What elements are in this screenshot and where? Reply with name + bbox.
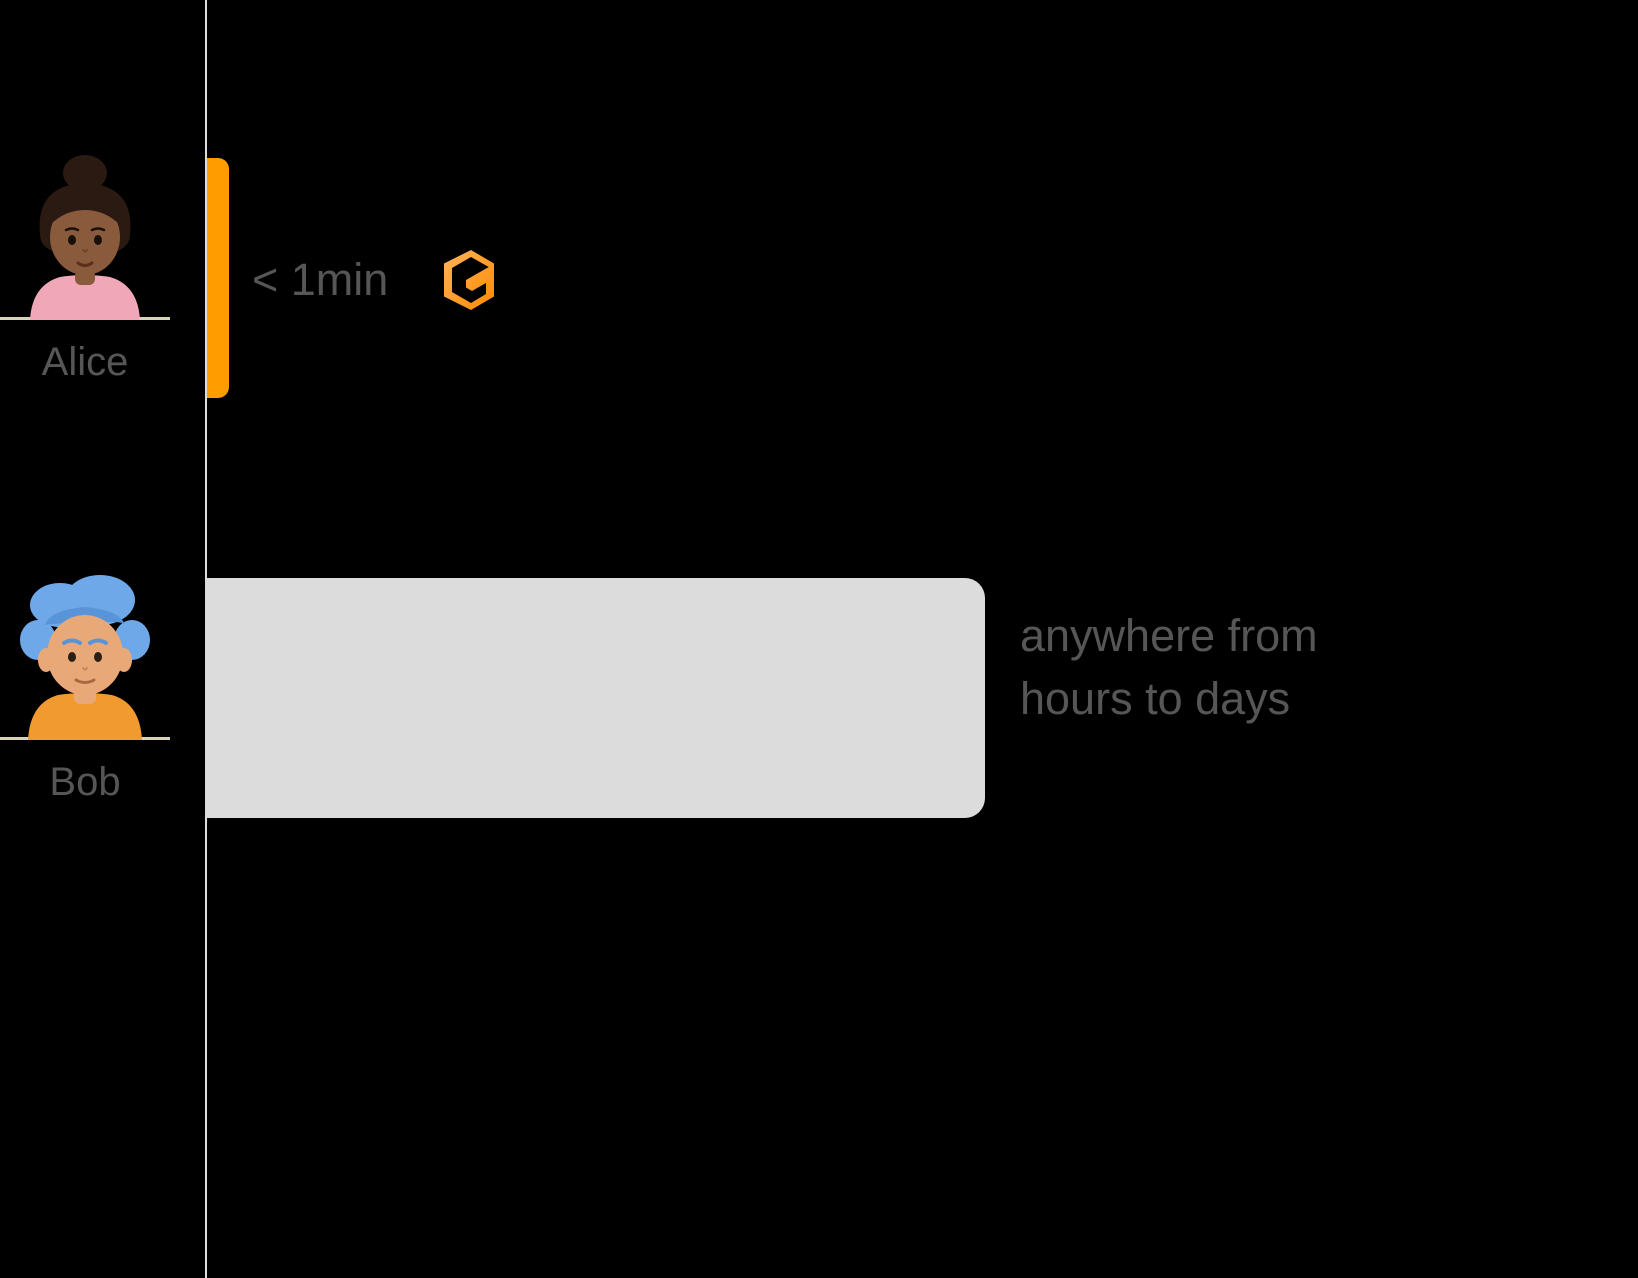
alice-bar-label: < 1min <box>252 254 388 306</box>
avatar-bob-icon <box>0 575 170 740</box>
bob-name: Bob <box>0 760 170 805</box>
bob-avatar <box>0 575 170 740</box>
alice-block: Alice <box>0 155 170 385</box>
bob-block: Bob <box>0 575 170 805</box>
bob-bar-label: anywhere from hours to days <box>1020 604 1320 730</box>
alice-avatar <box>0 155 170 320</box>
avatar-alice-icon <box>0 155 170 320</box>
alice-bar <box>207 158 229 398</box>
bob-bar <box>207 578 985 818</box>
gitpod-icon <box>444 250 498 310</box>
alice-name: Alice <box>0 340 170 385</box>
